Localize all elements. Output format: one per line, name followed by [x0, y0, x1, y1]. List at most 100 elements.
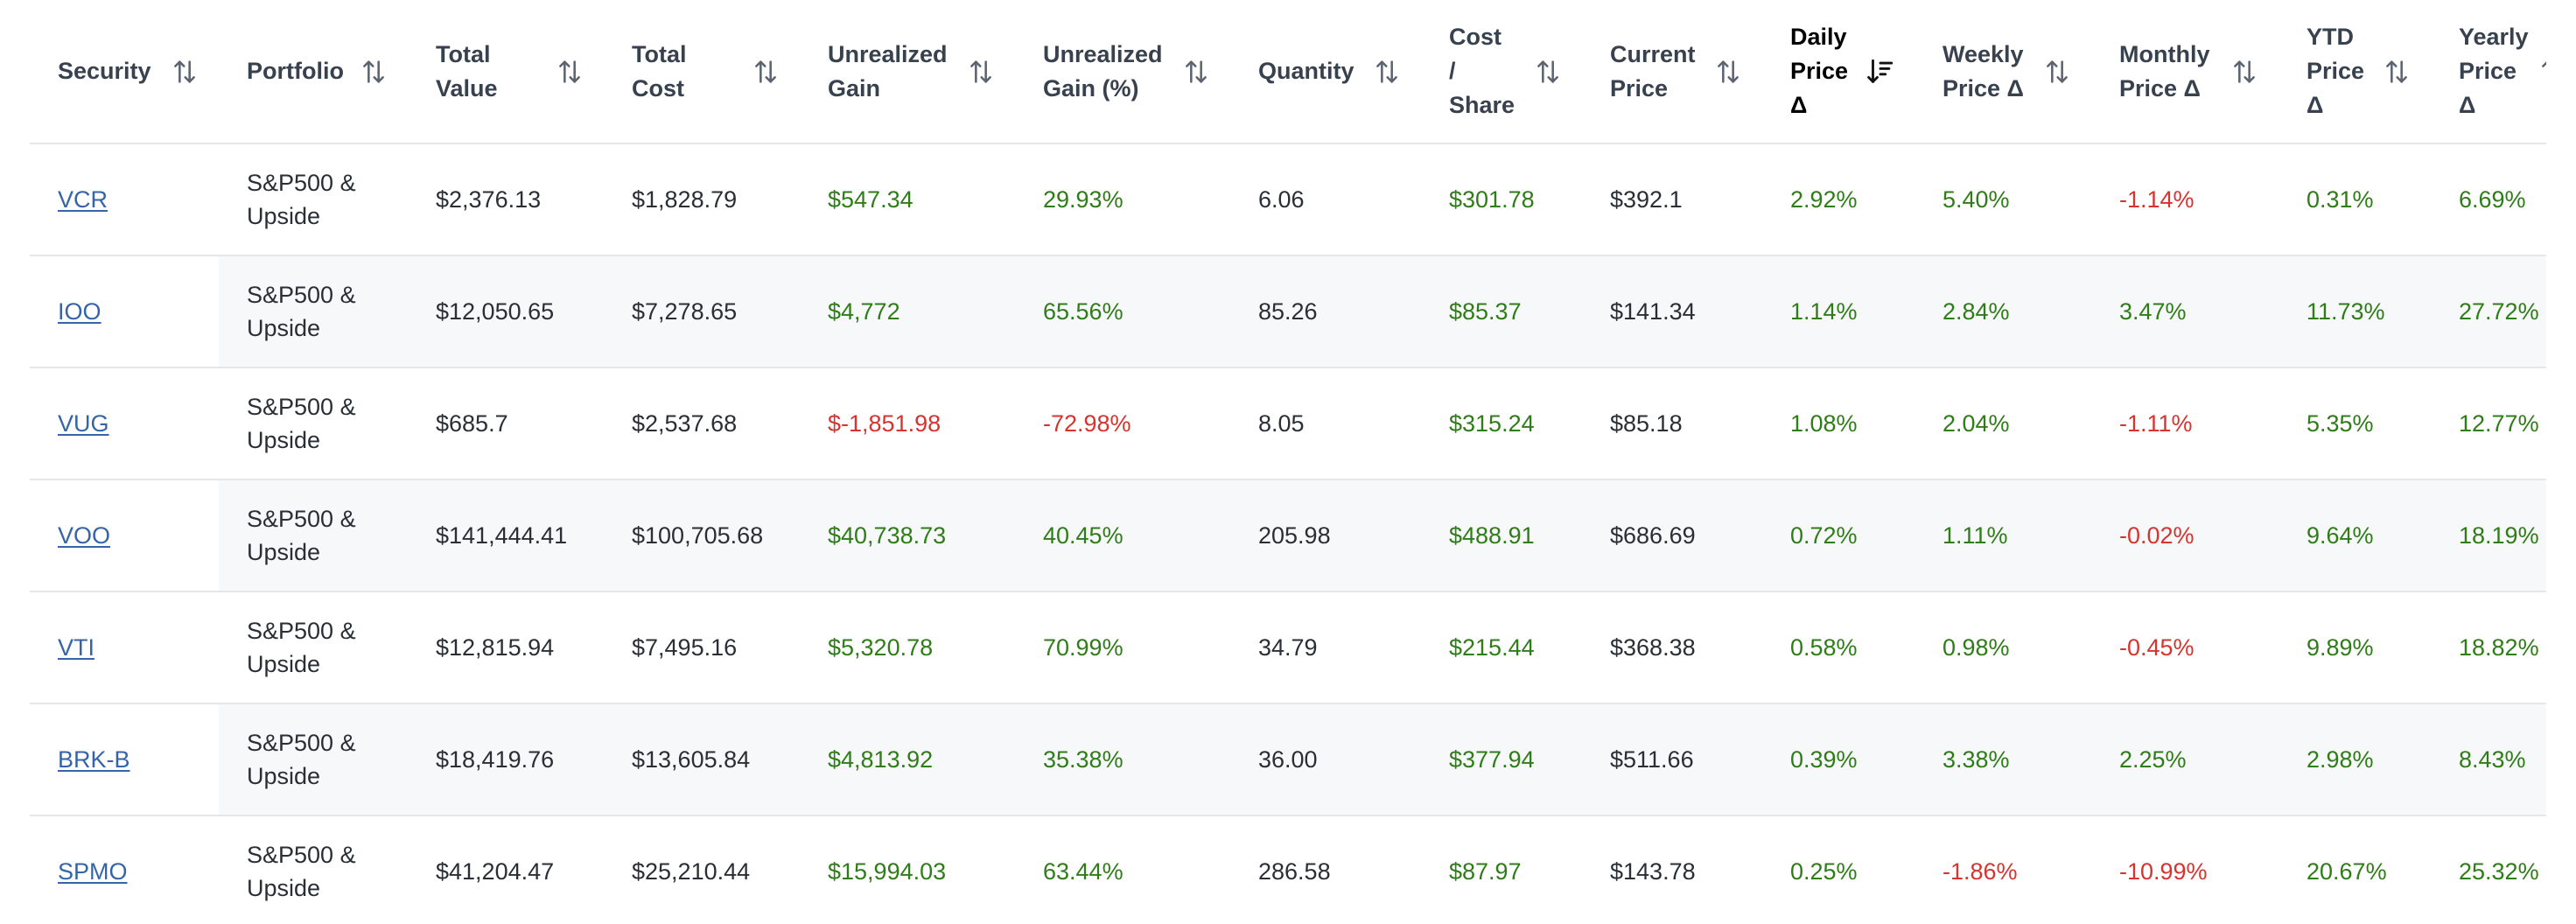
yearly-price-change-value: 27.72%: [2459, 298, 2539, 325]
cell-monthly-price-change: -1.11%: [2091, 368, 2278, 480]
cell-cost-per-share: $377.94: [1421, 704, 1582, 816]
cell-total-cost: $13,605.84: [604, 704, 800, 816]
cell-daily-price-change: 0.25%: [1762, 816, 1914, 924]
cell-unrealized-gain-pct: 70.99%: [1015, 592, 1230, 704]
sort-toggle-icon[interactable]: [1181, 57, 1211, 87]
monthly-price-change-value: -0.45%: [2119, 634, 2194, 661]
column-header-label: Yearly Price Δ: [2459, 24, 2529, 118]
weekly-price-change-value: -1.86%: [1942, 858, 2018, 885]
cell-portfolio: S&P500 & Upside: [219, 704, 408, 816]
cell-ytd-price-change: 20.67%: [2278, 816, 2431, 924]
current-price-value: $143.78: [1610, 858, 1696, 885]
sort-toggle-icon[interactable]: [170, 57, 200, 87]
cell-daily-price-change: 1.08%: [1762, 368, 1914, 480]
sort-toggle-icon[interactable]: [966, 57, 996, 87]
total-cost-value: $1,828.79: [632, 186, 738, 213]
ytd-price-change-value: 2.98%: [2306, 746, 2374, 773]
cell-unrealized-gain-pct: 40.45%: [1015, 480, 1230, 592]
cell-weekly-price-change: 2.04%: [1914, 368, 2091, 480]
cell-ytd-price-change: 2.98%: [2278, 704, 2431, 816]
weekly-price-change-value: 5.40%: [1942, 186, 2010, 213]
total-value-value: $685.7: [436, 410, 508, 437]
cell-total-cost: $7,278.65: [604, 256, 800, 368]
column-header-yearly-price-change[interactable]: Yearly Price Δ: [2431, 0, 2546, 144]
weekly-price-change-value: 1.11%: [1942, 522, 2008, 549]
sort-toggle-icon[interactable]: [2230, 57, 2259, 87]
security-link[interactable]: SPMO: [58, 855, 128, 888]
cell-current-price: $143.78: [1582, 816, 1762, 924]
cell-cost-per-share: $87.97: [1421, 816, 1582, 924]
sort-toggle-icon[interactable]: [751, 57, 780, 87]
cell-ytd-price-change: 0.31%: [2278, 144, 2431, 256]
column-header-unrealized-gain[interactable]: Unrealized Gain: [800, 0, 1015, 144]
cell-portfolio: S&P500 & Upside: [219, 144, 408, 256]
quantity-value: 34.79: [1258, 634, 1318, 661]
cell-total-value: $685.7: [408, 368, 604, 480]
cell-yearly-price-change: 6.69%: [2431, 144, 2546, 256]
cell-weekly-price-change: -1.86%: [1914, 816, 2091, 924]
cell-total-cost: $2,537.68: [604, 368, 800, 480]
cell-quantity: 34.79: [1230, 592, 1421, 704]
cell-security: SPMO: [30, 816, 219, 924]
sort-toggle-icon[interactable]: [359, 57, 388, 87]
column-header-label: Cost / Share: [1449, 24, 1516, 118]
column-header-label: Total Value: [436, 40, 498, 102]
sort-toggle-icon[interactable]: [2042, 57, 2072, 87]
weekly-price-change-value: 2.04%: [1942, 410, 2010, 437]
unrealized-gain-pct-value: 29.93%: [1043, 186, 1124, 213]
unrealized-gain-value: $40,738.73: [828, 522, 947, 549]
quantity-value: 6.06: [1258, 186, 1305, 213]
cell-monthly-price-change: -1.14%: [2091, 144, 2278, 256]
column-header-weekly-price-change[interactable]: Weekly Price Δ: [1914, 0, 2091, 144]
column-header-monthly-price-change[interactable]: Monthly Price Δ: [2091, 0, 2278, 144]
total-cost-value: $100,705.68: [632, 522, 764, 549]
column-header-portfolio[interactable]: Portfolio: [219, 0, 408, 144]
cell-total-cost: $1,828.79: [604, 144, 800, 256]
column-header-total-value[interactable]: Total Value: [408, 0, 604, 144]
cell-current-price: $85.18: [1582, 368, 1762, 480]
sort-toggle-icon[interactable]: [1713, 57, 1743, 87]
cell-yearly-price-change: 18.82%: [2431, 592, 2546, 704]
cell-daily-price-change: 0.72%: [1762, 480, 1914, 592]
cell-total-value: $12,815.94: [408, 592, 604, 704]
column-header-label: Security: [58, 58, 151, 84]
cell-total-value: $41,204.47: [408, 816, 604, 924]
cell-unrealized-gain-pct: -72.98%: [1015, 368, 1230, 480]
column-header-unrealized-gain-pct[interactable]: Unrealized Gain (%): [1015, 0, 1230, 144]
sort-toggle-icon[interactable]: [555, 57, 584, 87]
portfolio-value: S&P500 & Upside: [247, 730, 356, 789]
yearly-price-change-value: 18.19%: [2459, 522, 2539, 549]
column-header-current-price[interactable]: Current Price: [1582, 0, 1762, 144]
sort-toggle-icon[interactable]: [1372, 57, 1402, 87]
yearly-price-change-value: 6.69%: [2459, 186, 2526, 213]
column-header-daily-price-change[interactable]: Daily Price Δ: [1762, 0, 1914, 144]
current-price-value: $85.18: [1610, 410, 1683, 437]
column-header-ytd-price-change[interactable]: YTD Price Δ: [2278, 0, 2431, 144]
security-link[interactable]: VCR: [58, 183, 108, 216]
daily-price-change-value: 2.92%: [1790, 186, 1858, 213]
column-header-total-cost[interactable]: Total Cost: [604, 0, 800, 144]
cell-quantity: 8.05: [1230, 368, 1421, 480]
yearly-price-change-value: 8.43%: [2459, 746, 2526, 773]
security-link[interactable]: BRK-B: [58, 743, 130, 776]
column-header-label: Unrealized Gain: [828, 40, 948, 102]
column-header-security[interactable]: Security: [30, 0, 219, 144]
cost-per-share-value: $85.37: [1449, 298, 1522, 325]
unrealized-gain-value: $5,320.78: [828, 634, 934, 661]
security-link[interactable]: VOO: [58, 519, 110, 552]
cell-weekly-price-change: 0.98%: [1914, 592, 2091, 704]
cell-unrealized-gain-pct: 35.38%: [1015, 704, 1230, 816]
cell-current-price: $511.66: [1582, 704, 1762, 816]
sort-toggle-icon[interactable]: [1533, 57, 1563, 87]
cell-monthly-price-change: -0.45%: [2091, 592, 2278, 704]
sort-descending-icon[interactable]: [1866, 57, 1895, 87]
security-link[interactable]: VTI: [58, 631, 94, 664]
sort-toggle-icon[interactable]: [2538, 57, 2546, 87]
column-header-cost-per-share[interactable]: Cost / Share: [1421, 0, 1582, 144]
sort-toggle-icon[interactable]: [2382, 57, 2412, 87]
cell-daily-price-change: 1.14%: [1762, 256, 1914, 368]
column-header-quantity[interactable]: Quantity: [1230, 0, 1421, 144]
security-link[interactable]: IOO: [58, 295, 102, 328]
daily-price-change-value: 0.72%: [1790, 522, 1858, 549]
security-link[interactable]: VUG: [58, 407, 109, 440]
